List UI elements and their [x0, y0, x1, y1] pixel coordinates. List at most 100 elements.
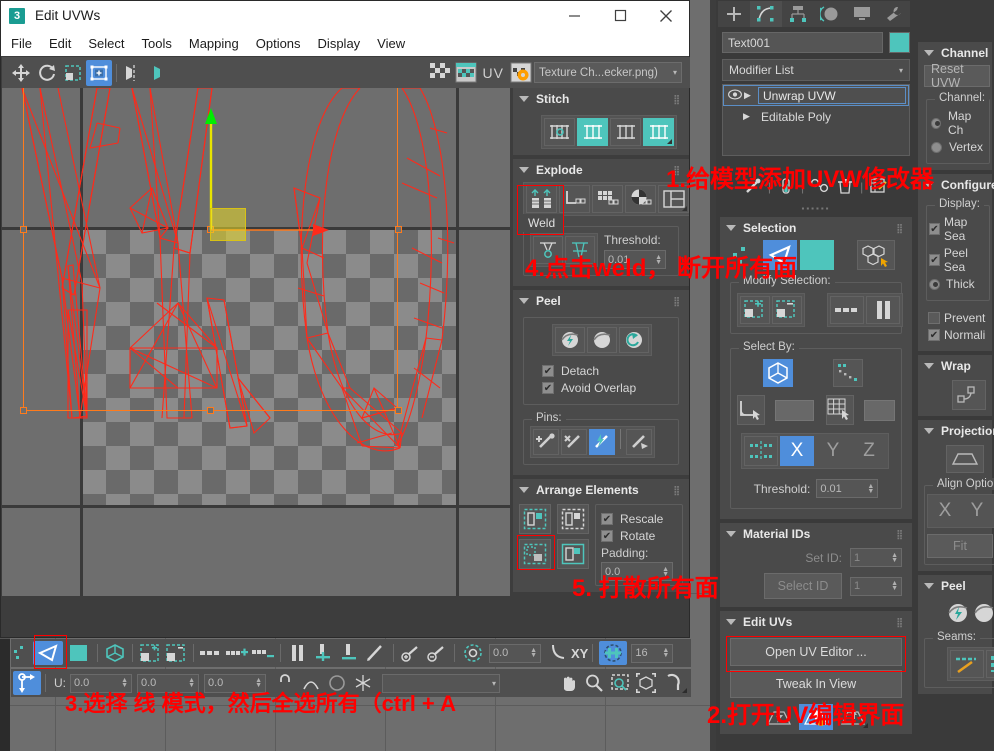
- zoom-extents-icon[interactable]: [633, 671, 659, 695]
- rollout-projection-header[interactable]: Projection: [918, 420, 994, 441]
- create-tab-icon[interactable]: [718, 1, 750, 27]
- zoom-region-icon[interactable]: [607, 671, 633, 695]
- rollout-material-ids-header[interactable]: Material IDs ⣿: [720, 523, 912, 544]
- align-v-icon[interactable]: [285, 641, 311, 665]
- point-to-point-seam-icon[interactable]: [986, 650, 994, 678]
- bbox-handle-bottom-right[interactable]: [395, 407, 402, 414]
- select-id-button[interactable]: Select ID: [764, 573, 842, 599]
- vertex-channel-radio[interactable]: Vertex: [931, 140, 985, 154]
- select-element-icon[interactable]: [857, 240, 895, 270]
- break-checker-icon[interactable]: [625, 185, 656, 213]
- align-v-plus-icon[interactable]: [311, 641, 337, 665]
- selection-threshold-input[interactable]: 0.01 ▲ ▼: [816, 479, 879, 498]
- auto-pin-icon[interactable]: [589, 429, 615, 455]
- open-uv-editor-button[interactable]: Open UV Editor ...: [730, 638, 902, 666]
- stitch-custom-icon[interactable]: [577, 118, 608, 146]
- fit-button[interactable]: Fit: [927, 534, 993, 558]
- planar-projection-icon[interactable]: [946, 445, 984, 473]
- thick-radio[interactable]: Thick: [929, 277, 987, 291]
- modifier-stack-row-unwrap[interactable]: ▶ Unwrap UVW: [723, 85, 909, 106]
- paint-select-icon[interactable]: [363, 641, 389, 665]
- stitch-selected-icon[interactable]: [544, 118, 575, 146]
- rollout-arrange-header[interactable]: Arrange Elements ⣿: [513, 479, 689, 500]
- menu-mapping[interactable]: Mapping: [189, 36, 239, 51]
- zoom-icon[interactable]: [581, 671, 607, 695]
- texture-dropdown[interactable]: Texture Ch...ecker.png) ▾: [534, 62, 682, 83]
- eye-icon[interactable]: [726, 89, 744, 103]
- chevron-right-icon[interactable]: ▶: [743, 111, 757, 122]
- map-options-icon[interactable]: [508, 60, 534, 86]
- menu-tools[interactable]: Tools: [142, 36, 172, 51]
- map-channel-radio[interactable]: Map Ch: [931, 109, 985, 137]
- menu-select[interactable]: Select: [88, 36, 124, 51]
- material-id-value-field[interactable]: [864, 399, 895, 421]
- pivot-plus-icon[interactable]: [398, 641, 424, 665]
- angle-value-field[interactable]: [775, 399, 815, 421]
- object-name-input[interactable]: Text001: [722, 32, 883, 53]
- grow-selection-icon[interactable]: [740, 296, 770, 324]
- align-x-button[interactable]: X: [930, 497, 960, 525]
- spinner-icon[interactable]: ▲ ▼: [530, 647, 537, 659]
- display-tab-icon[interactable]: [846, 1, 878, 27]
- snap-toggle-icon[interactable]: [659, 671, 687, 695]
- grid-snap-icon[interactable]: [599, 641, 628, 665]
- edge-seam-icon[interactable]: [950, 650, 984, 678]
- snap-value-input[interactable]: 0.0 ▲ ▼: [489, 643, 541, 663]
- loop-selection-icon[interactable]: [830, 296, 864, 324]
- rollout-peel-right-header[interactable]: Peel: [918, 575, 992, 596]
- axis-z-button[interactable]: Z: [852, 436, 886, 466]
- select-open-edges-icon[interactable]: [833, 359, 863, 387]
- select-id-input[interactable]: 1 ▲ ▼: [850, 576, 902, 596]
- freeform-mode-icon[interactable]: [86, 59, 112, 86]
- minimize-button[interactable]: [551, 1, 597, 30]
- menu-view[interactable]: View: [377, 36, 405, 51]
- reset-uvw-button[interactable]: Reset UVW: [924, 62, 990, 90]
- grid-value-input[interactable]: 16 ▲ ▼: [631, 643, 674, 663]
- show-map-icon[interactable]: [453, 60, 479, 86]
- peel-mode-icon[interactable]: [587, 327, 617, 353]
- prevent-checkbox[interactable]: ✔ Prevent: [928, 311, 990, 325]
- modifier-stack-row-editable-poly[interactable]: ▶ Editable Poly: [723, 106, 909, 127]
- menu-edit[interactable]: Edit: [49, 36, 71, 51]
- align-y-button[interactable]: Y: [962, 497, 992, 525]
- align-v-bottom-icon[interactable]: [337, 641, 363, 665]
- menu-file[interactable]: File: [11, 36, 32, 51]
- object-color-swatch[interactable]: [889, 32, 910, 53]
- rollout-explode-header[interactable]: Explode ⣿: [513, 159, 689, 180]
- rollout-stitch-header[interactable]: Stitch ⣿: [513, 88, 689, 109]
- pack-linear-icon[interactable]: [557, 539, 589, 569]
- select-by-angle-icon[interactable]: [737, 395, 765, 425]
- ring-selection-icon[interactable]: [866, 296, 900, 324]
- axis-y-button[interactable]: Y: [816, 436, 850, 466]
- break-grid-icon[interactable]: [592, 185, 623, 213]
- rotate-checkbox[interactable]: ✔ Rotate: [601, 529, 677, 543]
- break-custom-icon[interactable]: [559, 185, 590, 213]
- absolute-relative-toggle-icon[interactable]: [13, 671, 41, 695]
- checker-pattern-icon[interactable]: [427, 60, 453, 86]
- tweak-in-view-button[interactable]: Tweak In View: [730, 670, 902, 698]
- hierarchy-tab-icon[interactable]: [782, 1, 814, 27]
- motion-tab-icon[interactable]: [814, 1, 846, 27]
- pin-icon[interactable]: [533, 429, 559, 455]
- bbox-handle-bottom-mid[interactable]: [207, 407, 214, 414]
- edge-sub-object-icon[interactable]: [33, 641, 63, 665]
- gizmo-plane-handle[interactable]: [210, 208, 246, 241]
- panel-drag-handle[interactable]: ▪▪▪▪▪▪: [716, 204, 916, 213]
- align-h-minus-icon[interactable]: [250, 641, 276, 665]
- select-plus-icon[interactable]: [137, 641, 163, 665]
- modifier-stack[interactable]: ▶ Unwrap UVW ▶ Editable Poly: [722, 84, 910, 156]
- quick-peel-icon[interactable]: [946, 600, 970, 626]
- rotate-icon[interactable]: [34, 60, 60, 86]
- stitch-source-icon[interactable]: [610, 118, 641, 146]
- snap-circle-icon[interactable]: [459, 641, 487, 665]
- menu-display[interactable]: Display: [318, 36, 361, 51]
- spinner-icon[interactable]: ▲ ▼: [867, 483, 874, 495]
- pack-custom-icon[interactable]: [557, 504, 589, 534]
- shrink-selection-icon[interactable]: [772, 296, 802, 324]
- quick-peel-icon[interactable]: [555, 327, 585, 353]
- rollout-channel-header[interactable]: Channel: [918, 42, 992, 63]
- rollout-selection-header[interactable]: Selection ⣿: [720, 217, 912, 238]
- modifier-name-field[interactable]: Unwrap UVW: [758, 87, 906, 104]
- detach-checkbox[interactable]: ✔ Detach: [542, 364, 672, 378]
- spinner-icon[interactable]: ▲ ▼: [891, 552, 898, 564]
